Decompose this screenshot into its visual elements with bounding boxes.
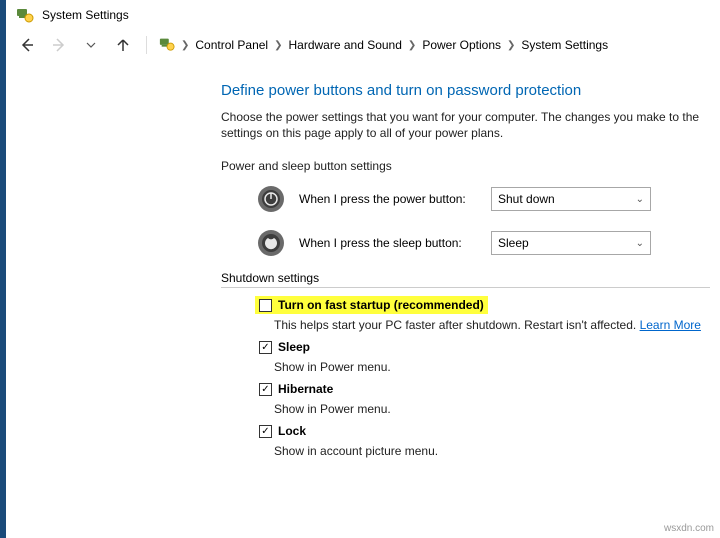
sleep-button-dropdown[interactable]: Sleep ⌄ (491, 231, 651, 255)
power-options-icon (159, 36, 175, 55)
chevron-right-icon: ❯ (274, 40, 282, 51)
power-button-label: When I press the power button: (299, 192, 479, 206)
page-subtitle: Choose the power settings that you want … (221, 109, 710, 141)
breadcrumb-item[interactable]: System Settings (521, 38, 608, 52)
breadcrumb-item[interactable]: Power Options (422, 38, 501, 52)
chevron-right-icon: ❯ (181, 40, 189, 51)
sleep-title: Sleep (278, 340, 310, 354)
lock-title: Lock (278, 424, 306, 438)
dropdown-value: Sleep (498, 236, 529, 250)
watermark: wsxdn.com (664, 523, 714, 534)
shutdown-heading: Shutdown settings (221, 271, 710, 288)
power-button-dropdown[interactable]: Shut down ⌄ (491, 187, 651, 211)
nav-toolbar: ❯ Control Panel ❯ Hardware and Sound ❯ P… (6, 30, 720, 64)
sleep-button-label: When I press the sleep button: (299, 236, 479, 250)
chevron-right-icon: ❯ (408, 40, 416, 51)
lock-checkbox[interactable]: ✓ (259, 425, 272, 438)
learn-more-link[interactable]: Learn More (640, 318, 701, 332)
hibernate-desc: Show in Power menu. (274, 402, 710, 416)
back-button[interactable] (16, 34, 38, 56)
fast-startup-desc: This helps start your PC faster after sh… (274, 318, 710, 332)
fast-startup-row: Turn on fast startup (recommended) (255, 296, 488, 314)
titlebar: System Settings (6, 0, 720, 30)
up-button[interactable] (112, 34, 134, 56)
power-button-row: When I press the power button: Shut down… (255, 183, 710, 215)
breadcrumb: ❯ Control Panel ❯ Hardware and Sound ❯ P… (159, 36, 608, 55)
main-content: Define power buttons and turn on passwor… (6, 64, 720, 474)
chevron-down-icon: ⌄ (636, 194, 644, 205)
page-title: Define power buttons and turn on passwor… (221, 82, 710, 99)
forward-button[interactable] (48, 34, 70, 56)
sleep-button-row: When I press the sleep button: Sleep ⌄ (255, 227, 710, 259)
sleep-row: ✓ Sleep (255, 338, 710, 356)
dropdown-value: Shut down (498, 192, 555, 206)
breadcrumb-item[interactable]: Control Panel (195, 38, 268, 52)
chevron-down-icon: ⌄ (636, 238, 644, 249)
power-options-icon (16, 6, 34, 24)
separator (146, 36, 147, 54)
lock-row: ✓ Lock (255, 422, 710, 440)
window-title: System Settings (42, 8, 129, 22)
power-sleep-heading: Power and sleep button settings (221, 159, 710, 173)
lock-desc: Show in account picture menu. (274, 444, 710, 458)
fast-startup-title: Turn on fast startup (recommended) (278, 298, 484, 312)
hibernate-checkbox[interactable]: ✓ (259, 383, 272, 396)
sleep-desc: Show in Power menu. (274, 360, 710, 374)
sleep-checkbox[interactable]: ✓ (259, 341, 272, 354)
chevron-right-icon: ❯ (507, 40, 515, 51)
sleep-icon (255, 227, 287, 259)
recent-dropdown-icon[interactable] (80, 34, 102, 56)
power-icon (255, 183, 287, 215)
fast-startup-checkbox[interactable] (259, 299, 272, 312)
hibernate-row: ✓ Hibernate (255, 380, 710, 398)
breadcrumb-item[interactable]: Hardware and Sound (289, 38, 402, 52)
hibernate-title: Hibernate (278, 382, 333, 396)
